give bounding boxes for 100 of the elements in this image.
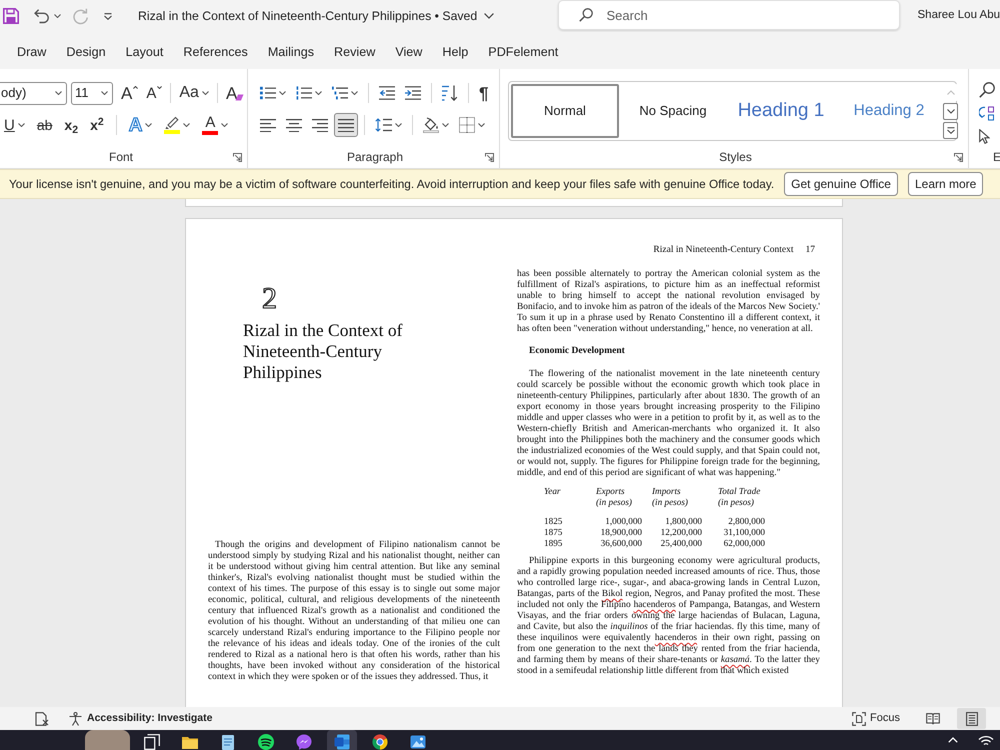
caret-up-icon	[133, 86, 138, 89]
ribbon-tab[interactable]: PDFelement	[488, 42, 558, 66]
flagged-word: Bikol	[602, 589, 623, 599]
bracketed-page-icon	[852, 712, 866, 726]
get-genuine-button[interactable]: Get genuine Office	[784, 172, 898, 196]
chapter-number: 2	[262, 284, 277, 314]
strikethrough-button[interactable]: ab	[32, 113, 56, 137]
print-layout-button[interactable]	[957, 708, 986, 729]
curved-arrow-icon[interactable]	[979, 106, 994, 121]
grow-font-button[interactable]: A	[117, 81, 142, 105]
table-cell: 31,100,000	[724, 527, 765, 537]
page-cross-icon[interactable]	[35, 712, 49, 726]
page-number: 17	[806, 245, 815, 256]
picture-icon	[410, 734, 426, 750]
customize-toolbar-button[interactable]	[104, 12, 112, 20]
corner-arrow-icon[interactable]	[954, 153, 963, 162]
document-icon	[334, 734, 350, 750]
line-spacing-icon	[375, 118, 392, 132]
circle-waves-icon	[258, 734, 274, 750]
section-heading: Economic Development	[529, 346, 625, 357]
justify-icon	[338, 118, 354, 132]
table-cell: 1,000,000	[605, 516, 642, 526]
caret-icon	[279, 91, 286, 95]
clear-formatting-button[interactable]: A	[222, 81, 248, 105]
font-size-dropdown[interactable]: 11	[71, 82, 113, 104]
caret-icon	[478, 123, 485, 127]
show-marks-button[interactable]: ¶	[475, 81, 492, 105]
chevron-down-icon[interactable]	[484, 13, 494, 19]
ribbon-tab[interactable]: Layout	[126, 42, 164, 66]
group-label: Styles	[719, 150, 752, 165]
page-icon	[966, 712, 978, 726]
corner-arrow-icon[interactable]	[233, 153, 242, 162]
align-left-icon	[260, 118, 276, 132]
multilevel-list-icon	[332, 86, 348, 100]
caret-down-icon	[157, 86, 162, 89]
eraser-icon	[235, 94, 244, 101]
body-paragraph: The flowering of the nationalist movement in the late nineteenth century could scarcely be possible without the economic growth which took place in nineteenth-century Philippines, particularly after about 1830. The growth of an export economy in those years brought increasing prosperity to the Filipino middle and upper classes who were in a petition to profit by it, as well as to the Western-chiefly British and American-merchants who organized it. It also brought into the Philippines both the machinery and the consumer goods which the industrialized economies of the West could supply, and that Spain could not, or would not, supply. The figures for Philippine foreign trade for the beginning, middle, and end of this period are significant of what was happening."	[517, 369, 820, 479]
column-unit: (in pesos)	[652, 497, 688, 508]
table-cell: 2,800,000	[728, 516, 765, 526]
group-label: Font	[108, 150, 133, 165]
table-cell: 1825	[544, 516, 562, 526]
undo-button[interactable]	[34, 8, 61, 24]
search-icon[interactable]	[979, 82, 995, 98]
chevron-up-icon[interactable]	[948, 737, 958, 743]
column-header: Imports	[652, 486, 681, 497]
save-button[interactable]	[3, 8, 19, 24]
superscript-button[interactable]: x$^{2}$	[86, 113, 108, 137]
column-header: Year	[544, 486, 561, 497]
ribbon-tab[interactable]: Draw	[17, 42, 46, 66]
scroll-down-button[interactable]	[943, 102, 958, 120]
caret-icon	[202, 91, 209, 95]
marker-pen-icon	[165, 116, 180, 129]
table-cell: 1,800,000	[665, 516, 702, 526]
chevron-up-icon	[946, 90, 954, 94]
bars-down-arrow-icon	[442, 85, 458, 101]
font-name-dropdown[interactable]: ody)	[0, 82, 67, 104]
caret-bar-icon	[104, 12, 112, 20]
shrink-font-button[interactable]: A	[142, 81, 166, 105]
more-styles-button[interactable]	[943, 122, 958, 138]
ribbon-tab[interactable]: View	[395, 42, 422, 66]
ribbon-tab[interactable]: Help	[442, 42, 468, 66]
paint-bucket-icon	[423, 117, 439, 133]
font-color-button[interactable]: A	[198, 113, 232, 137]
caret-icon	[101, 91, 108, 95]
indent-icon	[405, 86, 421, 100]
accessibility-button[interactable]: Accessibility: Investigate	[69, 712, 212, 726]
body-paragraph: has been possible alternately to portray the American colonial system as the fulfillment of Rizal's aspirations, to picture him as an ineffectual reformist unable to bring himself to accept the national revolution envisaged by Bonifacio, and to invoke him as patron of the ideals of the Marcos New Society.' To sum it up in a phrase used by Renato Constentino ill a different context, it has often been "veneration without understanding," hence, no veneration at all.	[517, 269, 820, 335]
column-header: Total Trade	[718, 486, 760, 497]
ribbon-tab[interactable]: Mailings	[268, 42, 314, 66]
learn-more-button[interactable]: Learn more	[908, 172, 984, 196]
search-icon	[578, 8, 592, 22]
ribbon-tab[interactable]: Design	[66, 42, 106, 66]
justify-button[interactable]	[334, 113, 358, 137]
ribbon-tab[interactable]: Review	[334, 42, 376, 66]
caret-icon	[315, 91, 322, 95]
focus-button[interactable]: Focus	[852, 712, 900, 726]
caret-icon	[55, 91, 62, 95]
undo-icon	[34, 8, 49, 24]
cursor-icon[interactable]	[979, 129, 990, 144]
user-name: Sharee Lou Abu	[918, 9, 1000, 23]
corner-arrow-icon[interactable]	[485, 153, 494, 162]
column-unit: (in pesos)	[718, 497, 754, 508]
notepad-icon	[220, 734, 236, 750]
flagged-word: hacenderos	[654, 633, 698, 643]
caret-icon	[395, 123, 402, 127]
table-cell: 25,400,000	[660, 538, 702, 548]
folder-icon	[182, 734, 198, 750]
style-option[interactable]: Normal	[511, 84, 619, 138]
table-cell: 1895	[544, 538, 562, 548]
caret-icon	[183, 123, 190, 127]
open-book-icon	[926, 712, 940, 724]
underline-button[interactable]: U	[0, 113, 29, 137]
body-paragraph: Philippine exports in this burgeoning economy were agricultural products, and a rapidly growing population needed increased amounts of rice. Thus, those who controlled large rice-, sugar-, and abaca-growing lands in Central Luzon, Batangas, parts of the Bikol region, Negros, and Panay profited the most. These included not only the Filipino hacenderos of Pampanga, Batangas, and Western Visayas, and the friar orders owning the large haciendas of Bulacan, Laguna, and Cavite, but also the inquilinos of the friar haciendas. fly this time, many of these inquilinos were equivalently hacenderos in their own right, passing on from one generation to the next the lands they rented from the friar hacienda, and farming them by means of their share-tenants or kasamá. To the latter they stood in a semifeudal relationship little different from that which existed	[517, 556, 820, 677]
wifi-icon[interactable]	[978, 734, 994, 746]
caret-icon	[351, 91, 358, 95]
change-case-button[interactable]: Aa	[175, 81, 213, 105]
document-title: Rizal in the Context of Nineteenth-Century Philippines • Saved	[138, 8, 478, 24]
subscript-button[interactable]: x$_{2}$	[60, 113, 82, 137]
ribbon-tab[interactable]: References	[183, 42, 248, 66]
search-field[interactable]: Search	[558, 0, 900, 30]
